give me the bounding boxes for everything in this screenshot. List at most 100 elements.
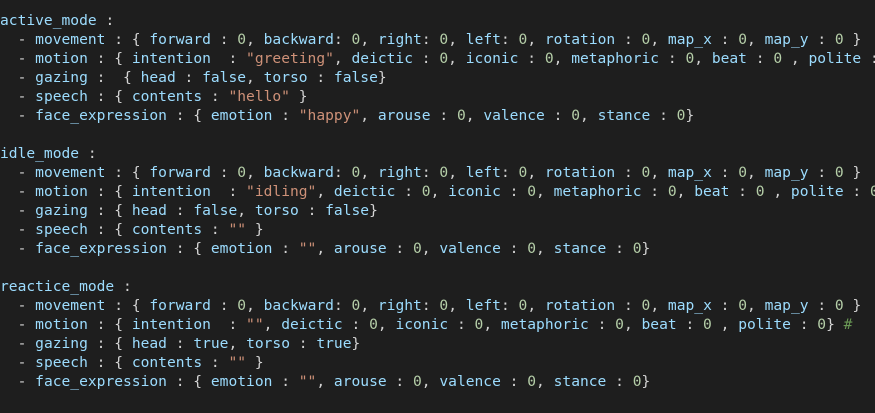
number-token: 0 — [685, 50, 695, 67]
dash-token: - — [0, 69, 36, 86]
string-token: "greeting" — [246, 50, 334, 67]
key-token: beat — [694, 183, 730, 200]
key-token: stance — [553, 373, 607, 390]
string-token: "hello" — [228, 88, 290, 105]
number-token: 0 — [439, 31, 449, 48]
number-token: 0 — [369, 316, 378, 333]
punct-token: : — [518, 50, 545, 67]
key-token: emotion — [210, 107, 273, 124]
punct-token: : — [333, 31, 352, 48]
code-line: - face_expression : { emotion : "", arou… — [0, 239, 875, 258]
punct-token: : — [606, 240, 633, 257]
dash-token: - — [0, 31, 36, 48]
punct-token: , — [360, 164, 378, 181]
key-token: contents — [131, 88, 203, 105]
punct-token: : — [210, 164, 238, 181]
punct-token: : — [615, 164, 642, 181]
number-token: 0 — [351, 297, 361, 314]
code-line: idle_mode : — [0, 144, 875, 163]
punct-token: , — [747, 31, 765, 48]
dash-token: - — [0, 221, 36, 238]
punct-token: } — [246, 221, 264, 238]
dash-token: - — [0, 316, 36, 333]
punct-token: : — [711, 164, 739, 181]
punct-token: : — [333, 164, 352, 181]
code-line: - face_expression : { emotion : "", arou… — [0, 372, 875, 391]
key-token: iconic — [395, 316, 449, 333]
punct-token: : — [500, 31, 519, 48]
punct-token: , — [448, 297, 466, 314]
code-editor[interactable]: active_mode : - movement : { forward : 0… — [0, 0, 875, 413]
key-token: rotation — [544, 164, 616, 181]
key-token: left — [465, 297, 501, 314]
punct-token: } — [246, 354, 264, 371]
key-token: valence — [439, 373, 501, 390]
punct-token: : — [202, 88, 229, 105]
key-token: face_expression — [35, 107, 167, 124]
punct-token: , — [465, 107, 484, 124]
punct-token: : — [790, 316, 818, 333]
number-token: 0 — [738, 31, 748, 48]
punct-token: : { — [166, 107, 211, 124]
string-token: "" — [298, 240, 317, 257]
punct-token: : { — [166, 373, 211, 390]
punct-token: : — [421, 164, 440, 181]
key-token: rotation — [544, 31, 616, 48]
punct-token: : — [210, 316, 247, 333]
key-token: false — [193, 202, 238, 219]
punct-token: : — [500, 240, 528, 257]
punct-token: } — [843, 164, 862, 181]
key-token: metaphoric — [571, 50, 660, 67]
key-token: torso — [254, 202, 299, 219]
number-token: 0 — [518, 164, 528, 181]
punct-token: , — [623, 316, 642, 333]
key-token: backward — [263, 31, 334, 48]
number-token: 0 — [413, 240, 422, 257]
number-token: 0 — [237, 164, 247, 181]
punct-token: , — [527, 31, 545, 48]
punct-token: , — [377, 316, 396, 333]
punct-token: : — [175, 69, 203, 86]
string-token: "" — [246, 316, 264, 333]
key-token: speech — [35, 221, 88, 238]
key-token: emotion — [210, 240, 273, 257]
key-token: map_y — [764, 164, 809, 181]
punct-token: : — [298, 202, 326, 219]
punct-token: , — [263, 316, 282, 333]
punct-token: : — [746, 50, 774, 67]
punct-token: , — [228, 335, 247, 352]
punct-token: : — [421, 297, 440, 314]
number-token: 0 — [439, 297, 449, 314]
punct-token: , — [650, 297, 668, 314]
punct-token: : — [307, 69, 334, 86]
punct-token: : — [500, 373, 528, 390]
punct-token: : — [448, 316, 475, 333]
key-token: map_x — [667, 31, 712, 48]
punct-token: , — [536, 373, 554, 390]
punct-token: , — [448, 50, 466, 67]
punct-token: } — [843, 297, 862, 314]
punct-token: , — [360, 297, 378, 314]
key-token: beat — [711, 50, 747, 67]
number-token: 0 — [439, 50, 449, 67]
key-token: intention — [131, 316, 211, 333]
comment-token: # — [843, 316, 853, 333]
punct-token: } — [289, 88, 308, 105]
punct-token: : — [166, 202, 194, 219]
punct-token: : — [711, 297, 739, 314]
number-token: 0 — [439, 164, 449, 181]
punct-token: : — [676, 316, 704, 333]
code-line: - gazing : { head : false, torso : false… — [0, 201, 875, 220]
key-token: motion — [35, 316, 88, 333]
punct-token: : — [500, 164, 519, 181]
key-token: movement — [35, 164, 106, 181]
punct-token: : — [421, 31, 440, 48]
key-token: deictic — [351, 50, 414, 67]
key-token: movement — [35, 31, 106, 48]
key-token: map_y — [764, 297, 809, 314]
key-token: emotion — [210, 373, 273, 390]
key-token: left — [465, 164, 501, 181]
punct-token: } — [843, 31, 862, 48]
punct-token: : — [202, 221, 229, 238]
